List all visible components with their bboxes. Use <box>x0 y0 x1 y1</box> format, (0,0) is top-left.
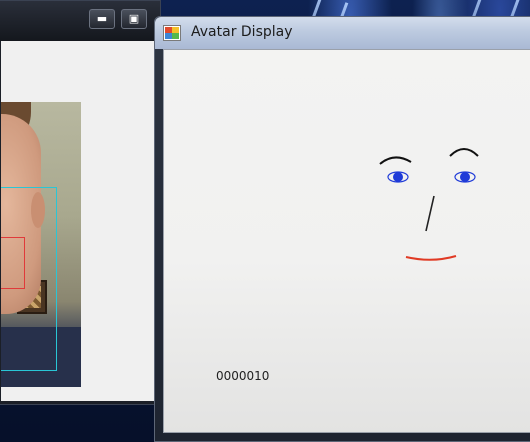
avatar-canvas: 0000010 <box>163 49 530 433</box>
avatar-display-window: Avatar Display 0000010 <box>154 16 530 442</box>
maximize-icon: ▣ <box>128 12 140 25</box>
left-eye <box>387 171 409 183</box>
left-eyebrow <box>379 156 412 165</box>
nose <box>425 195 435 232</box>
minimize-icon: ▬ <box>96 12 108 25</box>
maximize-button[interactable]: ▣ <box>121 9 147 29</box>
window-title: Avatar Display <box>191 24 293 40</box>
right-eyebrow <box>449 148 479 157</box>
minimize-button[interactable]: ▬ <box>89 9 115 29</box>
mouth <box>405 255 457 261</box>
camera-window: ▬ ▣ <box>0 0 161 405</box>
frame-counter: 0000010 <box>216 369 270 383</box>
avatar-window-titlebar[interactable]: Avatar Display <box>155 17 530 49</box>
app-icon[interactable] <box>163 25 181 41</box>
camera-window-titlebar[interactable]: ▬ ▣ <box>0 1 160 41</box>
camera-window-client <box>1 41 159 401</box>
right-eye <box>454 171 476 183</box>
eye-detection-box <box>1 237 25 289</box>
